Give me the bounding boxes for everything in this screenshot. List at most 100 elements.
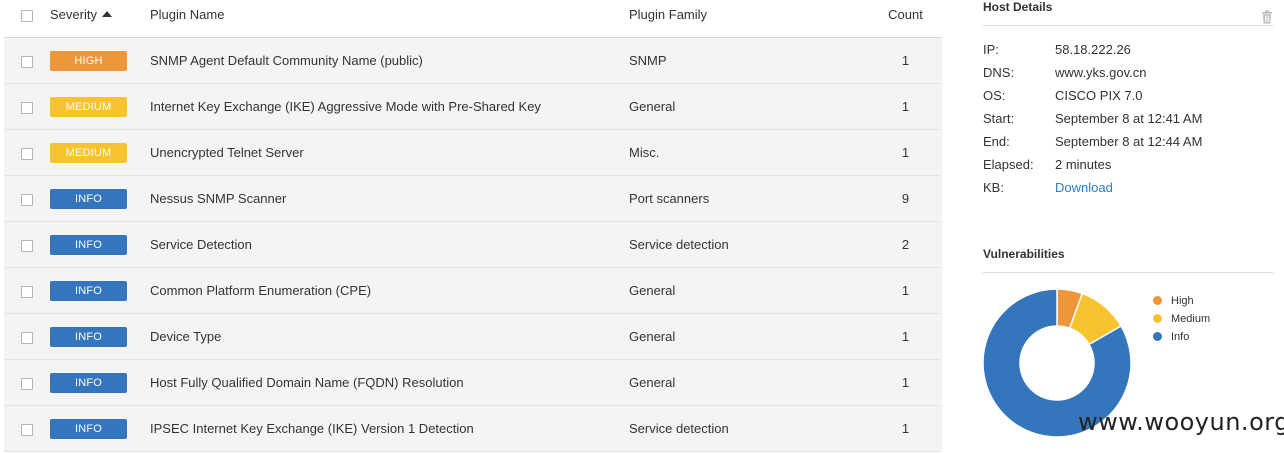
plugin-name-cell[interactable]: Unencrypted Telnet Server: [150, 129, 629, 176]
severity-cell: INFO: [50, 405, 150, 452]
plugin-name-cell[interactable]: Nessus SNMP Scanner: [150, 175, 629, 222]
plugin-name-cell[interactable]: SNMP Agent Default Community Name (publi…: [150, 37, 629, 84]
severity-badge: MEDIUM: [50, 142, 127, 163]
severity-badge: INFO: [50, 234, 127, 255]
legend-label: Medium: [1171, 313, 1211, 325]
row-checkbox[interactable]: [21, 193, 33, 206]
severity-cell: HIGH: [50, 37, 150, 84]
plugin-family-cell: General: [629, 359, 869, 406]
row-checkbox[interactable]: [21, 285, 33, 298]
row-checkbox-cell: [4, 129, 50, 176]
host-detail-row: IP: 58.18.222.26: [983, 38, 1273, 61]
plugin-family-cell: SNMP: [629, 37, 869, 84]
plugin-name-cell[interactable]: Service Detection: [150, 221, 629, 268]
legend-label: High: [1171, 295, 1194, 307]
table-body: HIGH SNMP Agent Default Community Name (p…: [4, 37, 942, 452]
host-detail-value: 58.18.222.26: [1055, 42, 1131, 57]
legend-item-high: High: [1153, 292, 1210, 310]
host-detail-row: End: September 8 at 12:44 AM: [983, 130, 1273, 153]
plugin-family-header-label: Plugin Family: [629, 7, 708, 22]
legend-swatch: [1153, 295, 1162, 305]
row-checkbox[interactable]: [21, 377, 33, 390]
plugin-family-cell: General: [629, 83, 869, 130]
table-row[interactable]: INFO Service Detection Service detection 2: [4, 221, 942, 268]
host-details-list: IP: 58.18.222.26 DNS: www.yks.gov.cn OS: CISC…: [983, 38, 1273, 199]
severity-cell: INFO: [50, 267, 150, 314]
severity-cell: INFO: [50, 313, 150, 360]
severity-cell: MEDIUM: [50, 83, 150, 130]
trash-icon[interactable]: [1261, 10, 1273, 24]
watermark: www.wooyun.org: [1078, 408, 1284, 436]
legend-item-info: Info: [1153, 328, 1210, 346]
count-cell: 2: [869, 221, 942, 268]
table-row[interactable]: INFO Host Fully Qualified Domain Name (FQ…: [4, 359, 942, 406]
count-header-label: Count: [888, 7, 923, 22]
row-checkbox-cell: [4, 83, 50, 130]
plugin-name-cell[interactable]: Internet Key Exchange (IKE) Aggressive M…: [150, 83, 629, 130]
table-row[interactable]: INFO IPSEC Internet Key Exchange (IKE) Ve…: [4, 405, 942, 452]
plugin-name-cell[interactable]: Host Fully Qualified Domain Name (FQDN) …: [150, 359, 629, 406]
row-checkbox[interactable]: [21, 147, 33, 160]
host-detail-row: Start: September 8 at 12:41 AM: [983, 107, 1273, 130]
severity-cell: INFO: [50, 221, 150, 268]
sort-ascending-icon: [101, 10, 112, 17]
legend-swatch: [1153, 331, 1162, 341]
plugin-name-cell[interactable]: IPSEC Internet Key Exchange (IKE) Versio…: [150, 405, 629, 452]
row-checkbox-cell: [4, 359, 50, 406]
row-checkbox-cell: [4, 405, 50, 452]
host-detail-value: CISCO PIX 7.0: [1055, 88, 1143, 103]
severity-badge: INFO: [50, 418, 127, 439]
plugin-family-cell: Port scanners: [629, 175, 869, 222]
count-cell: 1: [869, 359, 942, 406]
count-cell: 1: [869, 313, 942, 360]
vulnerabilities-title: Vulnerabilities: [983, 247, 1273, 273]
row-checkbox-cell: [4, 175, 50, 222]
plugin-name-cell[interactable]: Common Platform Enumeration (CPE): [150, 267, 629, 314]
row-checkbox[interactable]: [21, 423, 33, 436]
table-row[interactable]: INFO Common Platform Enumeration (CPE) Gen…: [4, 267, 942, 314]
count-cell: 1: [869, 267, 942, 314]
severity-cell: INFO: [50, 359, 150, 406]
host-detail-label: IP:: [983, 42, 999, 57]
row-checkbox[interactable]: [21, 239, 33, 252]
host-detail-label: Elapsed:: [983, 157, 1034, 172]
severity-header[interactable]: Severity: [50, 0, 150, 34]
host-detail-label: KB:: [983, 180, 1004, 195]
row-checkbox-cell: [4, 221, 50, 268]
host-details-title: Host Details: [983, 0, 1273, 26]
select-all-cell: [4, 0, 50, 34]
row-checkbox[interactable]: [21, 331, 33, 344]
plugin-name-cell[interactable]: Device Type: [150, 313, 629, 360]
plugin-name-header[interactable]: Plugin Name: [150, 0, 629, 34]
select-all-checkbox[interactable]: [21, 9, 33, 22]
count-cell: 1: [869, 37, 942, 84]
plugin-family-cell: General: [629, 267, 869, 314]
row-checkbox-cell: [4, 37, 50, 84]
row-checkbox[interactable]: [21, 55, 33, 68]
count-header[interactable]: Count: [869, 0, 942, 34]
plugin-family-header[interactable]: Plugin Family: [629, 0, 869, 34]
row-checkbox[interactable]: [21, 101, 33, 114]
legend-item-medium: Medium: [1153, 310, 1210, 328]
severity-cell: INFO: [50, 175, 150, 222]
table-row[interactable]: MEDIUM Unencrypted Telnet Server Misc. 1: [4, 129, 942, 176]
host-detail-row: Elapsed: 2 minutes: [983, 153, 1273, 176]
table-row[interactable]: INFO Nessus SNMP Scanner Port scanners 9: [4, 175, 942, 222]
severity-badge: INFO: [50, 188, 127, 209]
table-row[interactable]: MEDIUM Internet Key Exchange (IKE) Aggres…: [4, 83, 942, 130]
host-detail-value: 2 minutes: [1055, 157, 1112, 172]
plugin-name-header-label: Plugin Name: [150, 7, 225, 22]
host-detail-value: September 8 at 12:41 AM: [1055, 111, 1203, 126]
severity-badge: INFO: [50, 326, 127, 347]
table-row[interactable]: INFO Device Type General 1: [4, 313, 942, 360]
host-detail-row: KB: Download: [983, 176, 1273, 199]
count-cell: 9: [869, 175, 942, 222]
vulnerabilities-table: Severity Plugin Name Plugin Family Count…: [4, 0, 942, 452]
host-detail-label: DNS:: [983, 65, 1015, 80]
severity-cell: MEDIUM: [50, 129, 150, 176]
row-checkbox-cell: [4, 267, 50, 314]
kb-download-link[interactable]: Download: [1055, 180, 1113, 195]
host-detail-value: September 8 at 12:44 AM: [1055, 134, 1203, 149]
table-row[interactable]: HIGH SNMP Agent Default Community Name (p…: [4, 37, 942, 84]
host-detail-row: DNS: www.yks.gov.cn: [983, 61, 1273, 84]
